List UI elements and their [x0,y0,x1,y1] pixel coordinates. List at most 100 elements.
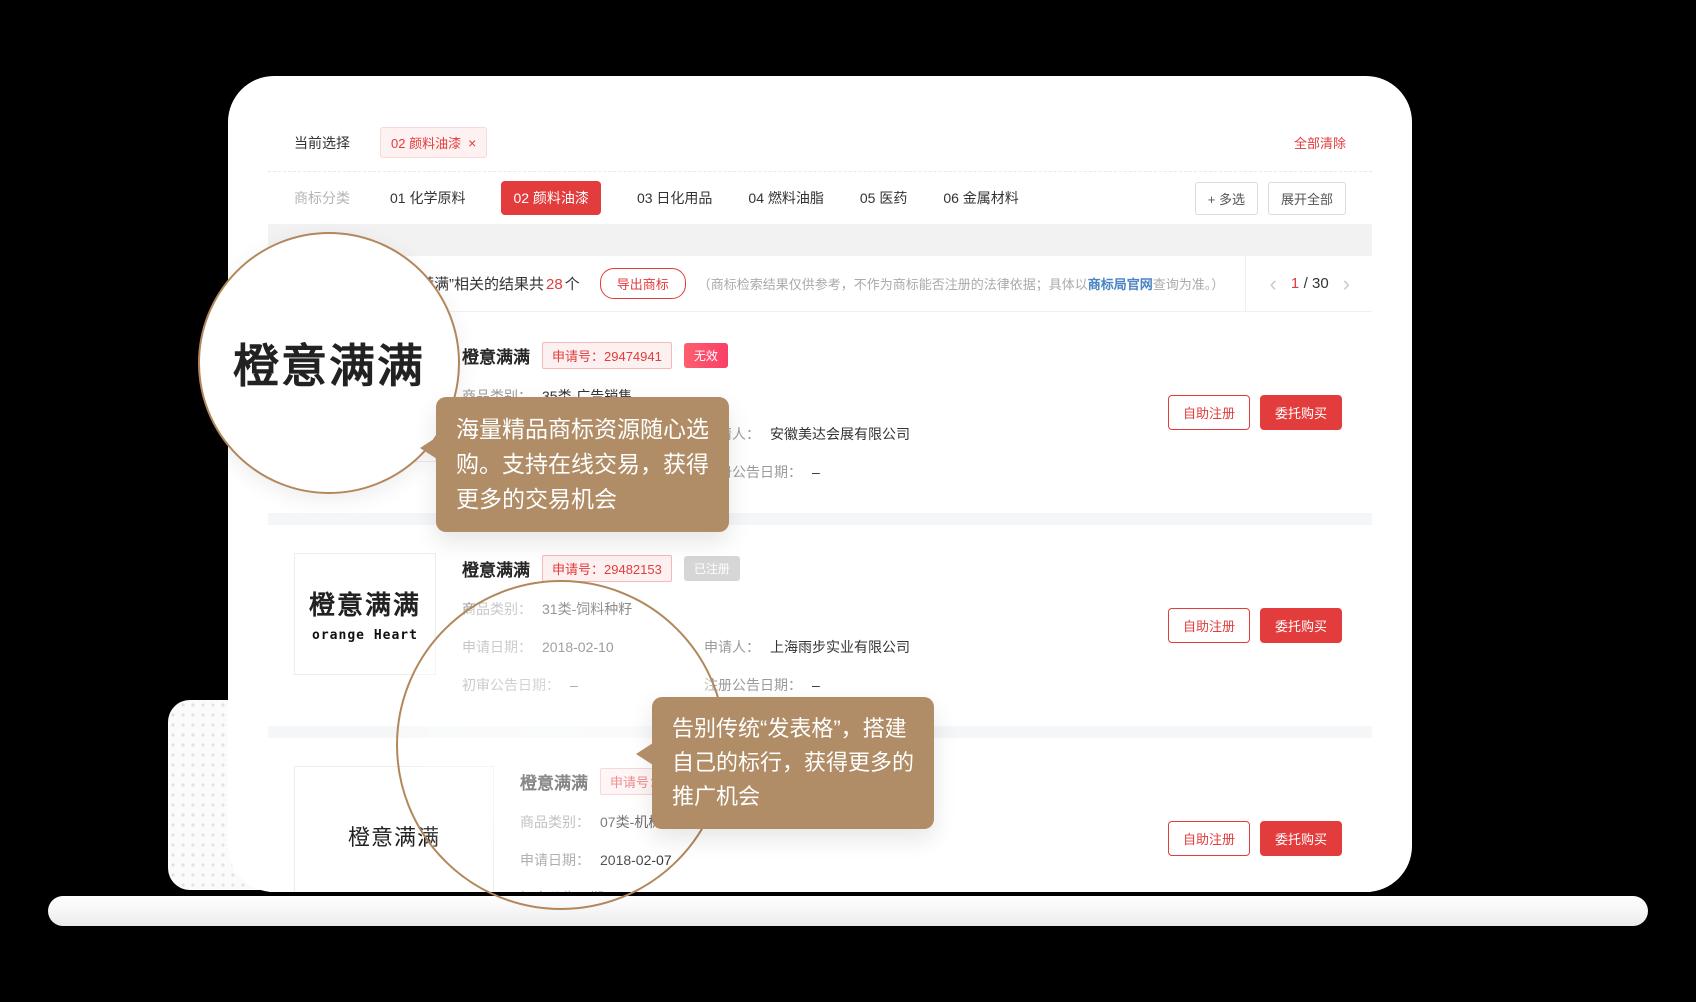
current-selection-bar: 当前选择 02 颜料油漆 × 全部清除 [268,114,1372,172]
callout-trademark-resources: 海量精品商标资源随心选 购。支持在线交易，获得 更多的交易机会 [436,397,729,532]
reg-publication-value: – [812,672,820,698]
row-actions: 自助注册 委托购买 [1168,395,1342,430]
application-number-label: 申请号： [552,562,604,577]
row-separator [268,513,1372,525]
trademark-image-subtext: orange Heart [312,628,418,643]
first-publication-field: 初审公告日期： 2018-10-06 [520,885,762,892]
apply-date-value: 2018-02-07 [600,847,672,873]
entrust-buy-button[interactable]: 委托购买 [1260,821,1342,856]
row-actions: 自助注册 委托购买 [1168,821,1342,856]
callout-arrow-icon [409,437,437,459]
field-line: 初审公告日期： – 注册公告日期： – [462,672,1148,698]
filter-panel: 当前选择 02 颜料油漆 × 全部清除 商标分类 01 化学原料 02 颜料油漆… [268,114,1372,224]
trademark-image: 橙意满满 orange Heart [294,553,436,675]
tab-category-01[interactable]: 01 化学原料 [390,181,465,215]
panel-separator [268,224,1372,256]
tab-category-03[interactable]: 03 日化用品 [637,181,712,215]
trademark-image-text: 橙意满满 [309,585,421,622]
self-register-button[interactable]: 自助注册 [1168,395,1250,430]
category-field: 商品类别： 31类-饲料种籽 [462,596,704,622]
first-publication-value: 2018-10-06 [628,885,700,892]
reg-publication-label: 注册公告日期： [704,672,802,698]
trademark-name: 橙意满满 [462,556,530,581]
field-line: 申请日期： 2018-02-07 [520,847,1148,873]
remove-filter-icon[interactable]: × [468,136,476,150]
application-number-value: 29482153 [604,562,662,577]
status-badge: 已注册 [684,556,740,581]
callout-line: 告别传统“发表格”，搭建 [672,712,914,746]
self-register-button[interactable]: 自助注册 [1168,608,1250,643]
result-row: 橙意满满 orange Heart 橙意满满 申请号：29482153 已注册 … [268,525,1372,726]
application-number-tag: 申请号：29482153 [542,555,672,582]
tab-category-02-active[interactable]: 02 颜料油漆 [501,181,600,215]
disclaimer-prefix: （商标检索结果仅供参考，不作为商标能否注册的法律依据；具体以 [698,277,1088,292]
trademark-details: 橙意满满 申请号：29482153 已注册 商品类别： 31类-饲料种籽 [462,553,1148,698]
apply-date-value: 2018-02-10 [542,634,614,660]
callout-line: 更多的交易机会 [456,482,709,517]
applicant-field: 申请人： 安徽美达会展有限公司 [704,421,946,447]
trademark-title-line: 橙意满满 申请号：29474941 无效 [462,342,1148,369]
callout-arrow-icon [625,743,653,765]
magnified-trademark-text: 橙意满满 [233,330,425,396]
applicant-field: 申请人： 上海雨步实业有限公司 [704,634,946,660]
category-field-value: 31类-饲料种籽 [542,596,632,622]
category-field-label: 商品类别： [462,596,532,622]
apply-date-label: 申请日期： [520,847,590,873]
tab-category-06[interactable]: 06 金属材料 [943,181,1018,215]
callout-line: 购。支持在线交易，获得 [456,447,709,482]
export-trademarks-button[interactable]: 导出商标 [600,268,686,299]
applicant-label: 申请人： [704,634,760,660]
trademark-title-line: 橙意满满 申请号：29482153 已注册 [462,555,1148,582]
apply-date-field: 申请日期： 2018-02-07 [520,847,762,873]
apply-date-field: 申请日期： 2018-02-10 [462,634,704,660]
trademark-name: 橙意满满 [520,769,588,794]
result-count-number: 28 [546,276,563,293]
selected-filter-tag[interactable]: 02 颜料油漆 × [380,127,487,158]
callout-line: 自己的标行，获得更多的 [672,746,914,780]
current-selection-label: 当前选择 [294,133,350,153]
total-pages: / 30 [1304,275,1329,292]
disclaimer-suffix: 查询为准。） [1153,277,1225,292]
pagination: ‹ 1 / 30 › [1245,256,1372,311]
callout-promotion: 告别传统“发表格”，搭建 自己的标行，获得更多的 推广机会 [652,697,934,829]
expand-all-button[interactable]: 展开全部 [1268,182,1346,215]
applicant-value: 上海雨步实业有限公司 [770,634,910,660]
reg-publication-field: 注册公告日期： – [704,459,946,485]
page-indicator: 1 / 30 [1291,275,1329,293]
application-number-tag: 申请号：29474941 [542,342,672,369]
application-number-value: 29474941 [604,349,662,364]
application-number-label: 申请号： [552,349,604,364]
field-line: 初审公告日期： 2018-10-06 [520,885,1148,892]
field-line: 申请日期： 2018-02-10 申请人： 上海雨步实业有限公司 [462,634,1148,660]
prev-page-icon[interactable]: ‹ [1270,273,1277,295]
first-publication-field: 初审公告日期： – [462,672,704,698]
status-badge: 无效 [684,343,728,368]
first-publication-label: 初审公告日期： [520,885,618,892]
category-tabs-bar: 商标分类 01 化学原料 02 颜料油漆 03 日化用品 04 燃料油脂 05 … [268,172,1372,224]
reg-publication-value: – [812,459,820,485]
multi-select-button[interactable]: + 多选 [1195,182,1258,215]
category-field-label: 商品类别： [520,809,590,835]
tabs-right-buttons: + 多选 展开全部 [1195,182,1346,215]
callout-line: 海量精品商标资源随心选 [456,412,709,447]
entrust-buy-button[interactable]: 委托购买 [1260,395,1342,430]
current-page: 1 [1291,275,1299,292]
trademark-office-link[interactable]: 商标局官网 [1088,277,1153,292]
callout-line: 推广机会 [672,780,914,814]
disclaimer-text: （商标检索结果仅供参考，不作为商标能否注册的法律依据；具体以商标局官网查询为准。… [698,274,1225,293]
trademark-image: 橙意满满 [294,766,494,892]
selected-filter-tag-text: 02 颜料油漆 [391,133,461,152]
next-page-icon[interactable]: › [1343,273,1350,295]
reg-publication-field: 注册公告日期： – [704,672,946,698]
trademark-name: 橙意满满 [462,343,530,368]
self-register-button[interactable]: 自助注册 [1168,821,1250,856]
clear-all-link[interactable]: 全部清除 [1294,133,1346,152]
trademark-image-text: 橙意满满 [348,820,440,852]
tab-category-04[interactable]: 04 燃料油脂 [748,181,823,215]
row-actions: 自助注册 委托购买 [1168,608,1342,643]
tab-category-05[interactable]: 05 医药 [860,181,907,215]
first-publication-label: 初审公告日期： [462,672,560,698]
applicant-value: 安徽美达会展有限公司 [770,421,910,447]
apply-date-label: 申请日期： [462,634,532,660]
entrust-buy-button[interactable]: 委托购买 [1260,608,1342,643]
